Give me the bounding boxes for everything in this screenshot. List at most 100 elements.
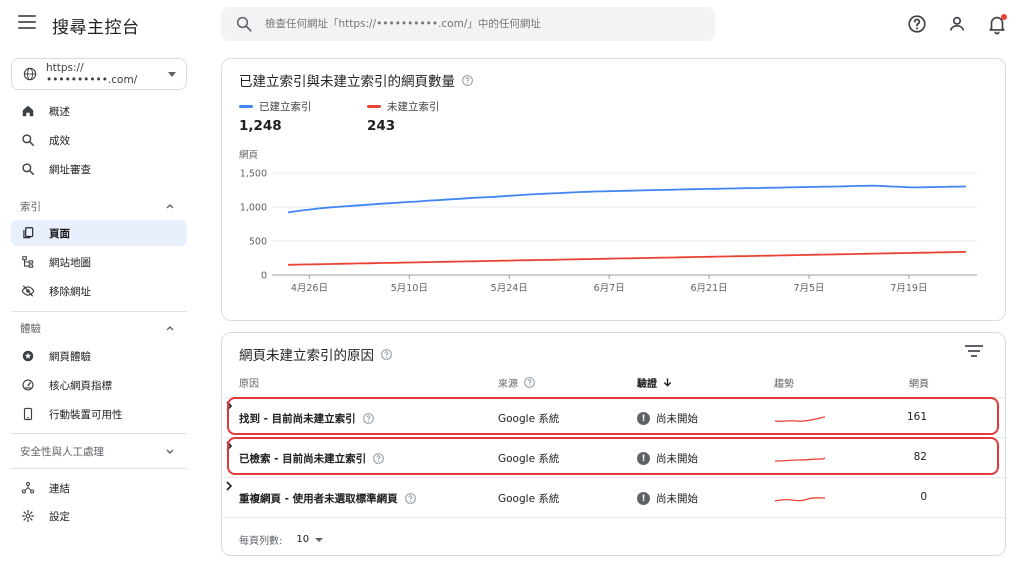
phone-icon (21, 407, 35, 421)
search-icon (236, 16, 252, 32)
column-header-reason[interactable]: 原因 (239, 375, 259, 390)
table-row[interactable]: 已檢索 - 目前尚未建立索引 Google 系統 ! 尚未開始 82 (222, 437, 1005, 477)
sidebar-item-mobile-usability[interactable]: 行動裝置可用性 (11, 401, 187, 427)
sidebar-item-sitemaps[interactable]: 網站地圖 (11, 249, 187, 275)
row-source: Google 系統 (498, 493, 560, 505)
sidebar-item-settings[interactable]: 設定 (11, 503, 187, 529)
sidebar: https://••••••••••.com/ 概述 成效 網址審查 索引 頁面… (0, 50, 200, 576)
chart-card-title: 已建立索引與未建立索引的網頁數量 (239, 70, 474, 90)
sidebar-item-core-web-vitals[interactable]: 核心網頁指標 (11, 372, 187, 398)
row-reason: 重複網頁 - 使用者未選取標準網頁 (239, 491, 417, 506)
help-icon[interactable] (362, 412, 375, 425)
url-inspect-search[interactable] (221, 7, 715, 41)
row-reason: 找到 - 目前尚未建立索引 (239, 411, 375, 426)
legend-not-indexed[interactable]: 未建立索引 243 (367, 99, 440, 134)
legend-swatch-not-indexed (367, 105, 381, 108)
exclamation-icon: ! (637, 492, 650, 505)
series-line-not-indexed (287, 251, 967, 266)
gauge-icon (21, 378, 35, 392)
trend-sparkline (774, 416, 826, 422)
sidebar-item-pages[interactable]: 頁面 (11, 220, 187, 246)
legend-swatch-indexed (239, 105, 253, 108)
column-header-source[interactable]: 來源 (498, 375, 536, 390)
help-icon[interactable] (461, 74, 474, 87)
links-icon (21, 481, 35, 495)
top-bar: 搜尋主控台 (0, 0, 1024, 50)
search-icon (21, 133, 35, 147)
app-title: 搜尋主控台 (52, 18, 140, 38)
table-row-divider (222, 517, 1005, 518)
y-tick-label: 0 (261, 271, 267, 282)
help-icon[interactable] (372, 452, 385, 465)
gear-icon (21, 509, 35, 523)
chevron-up-icon (166, 204, 174, 209)
row-reason: 已檢索 - 目前尚未建立索引 (239, 451, 385, 466)
y-tick-label: 1,500 (240, 169, 267, 180)
sidebar-item-removals[interactable]: 移除網址 (11, 278, 187, 304)
chevron-right-icon[interactable] (222, 439, 236, 453)
divider (11, 468, 187, 469)
property-selector[interactable]: https://••••••••••.com/ (11, 58, 187, 90)
rows-per-page-select[interactable]: 10 (296, 534, 324, 545)
section-security-toggle[interactable]: 安全性與人工處理 (11, 440, 187, 462)
table-row[interactable]: 找到 - 目前尚未建立索引 Google 系統 ! 尚未開始 161 (222, 397, 1005, 437)
pagination-footer: 每頁列數: 10 (239, 532, 324, 547)
sidebar-item-url-inspection[interactable]: 網址審查 (11, 156, 187, 182)
column-header-trend[interactable]: 趨勢 (774, 375, 794, 390)
search-icon (21, 162, 35, 176)
indexing-chart-card: 已建立索引與未建立索引的網頁數量 已建立索引 1,248 未建立索引 243 網… (221, 58, 1006, 321)
row-pages: 82 (913, 451, 927, 463)
chevron-right-icon[interactable] (222, 399, 236, 413)
trend-sparkline (774, 457, 826, 462)
row-status: ! 尚未開始 (637, 491, 698, 506)
section-experience-toggle[interactable]: 體驗 (11, 317, 187, 339)
row-status: ! 尚未開始 (637, 411, 698, 426)
y-tick-label: 1,000 (240, 203, 267, 214)
not-indexed-count: 243 (367, 118, 396, 134)
divider (11, 433, 187, 434)
legend-indexed[interactable]: 已建立索引 1,248 (239, 99, 312, 134)
search-input[interactable] (265, 18, 685, 30)
sitemap-icon (21, 255, 35, 269)
notifications-icon[interactable] (986, 13, 1008, 35)
column-header-pages[interactable]: 網頁 (909, 375, 929, 390)
series-line-indexed (287, 184, 967, 214)
divider (11, 311, 187, 312)
help-icon[interactable] (523, 376, 536, 389)
trend-sparkline (774, 497, 826, 502)
account-icon[interactable] (946, 13, 968, 35)
arrow-down-icon (663, 378, 672, 387)
sidebar-item-links[interactable]: 連結 (11, 475, 187, 501)
table-row[interactable]: 重複網頁 - 使用者未選取標準網頁 Google 系統 ! 尚未開始 0 (222, 477, 1005, 517)
pages-icon (21, 226, 35, 240)
x-tick-label: 7月5日 (793, 283, 824, 294)
exclamation-icon: ! (637, 412, 650, 425)
help-icon[interactable] (906, 13, 928, 35)
sidebar-item-page-experience[interactable]: 網頁體驗 (11, 343, 187, 369)
row-source: Google 系統 (498, 413, 560, 425)
section-index-toggle[interactable]: 索引 (11, 195, 187, 217)
help-icon[interactable] (404, 492, 417, 505)
globe-icon (23, 67, 37, 81)
chevron-right-icon[interactable] (222, 479, 236, 493)
exclamation-icon: ! (637, 452, 650, 465)
row-status: ! 尚未開始 (637, 451, 698, 466)
star-badge-icon (21, 349, 35, 363)
column-header-validation[interactable]: 驗證 (637, 375, 673, 390)
row-source: Google 系統 (498, 453, 560, 465)
sidebar-item-overview[interactable]: 概述 (11, 98, 187, 124)
property-url: https://••••••••••.com/ (46, 62, 138, 86)
sidebar-item-performance[interactable]: 成效 (11, 127, 187, 153)
row-pages: 0 (920, 491, 927, 503)
x-tick-label: 7月19日 (890, 283, 927, 294)
help-icon[interactable] (380, 348, 393, 361)
notification-badge (1001, 14, 1007, 20)
x-tick-label: 6月21日 (691, 283, 728, 294)
indexed-count: 1,248 (239, 118, 282, 134)
x-tick-label: 4月26日 (291, 283, 328, 294)
menu-icon[interactable] (18, 15, 36, 33)
y-axis-label: 網頁 (239, 149, 259, 161)
filter-icon[interactable] (965, 345, 983, 359)
chevron-down-icon (166, 449, 174, 454)
indexing-line-chart: 網頁 0 500 1,000 1,500 4月26日 5月10日 5月24日 6月7日 6月21日… (239, 149, 977, 294)
